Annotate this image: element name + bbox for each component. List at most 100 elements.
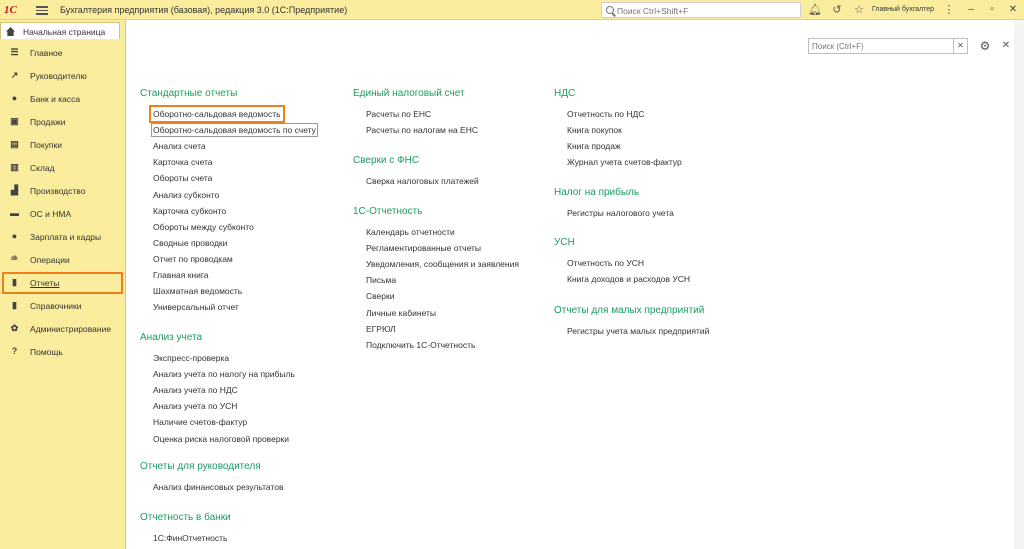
report-link[interactable]: Оборотно-сальдовая ведомость: [149, 105, 285, 123]
report-link[interactable]: Письма: [366, 275, 396, 285]
report-link[interactable]: Анализ счета: [153, 141, 206, 151]
report-link[interactable]: Журнал учета счетов-фактур: [567, 157, 682, 167]
report-link[interactable]: Шахматная ведомость: [153, 286, 242, 296]
bag-icon: ▣: [10, 116, 19, 126]
basket-icon: ▤: [10, 139, 19, 149]
home-tab[interactable]: Начальная страница: [0, 22, 120, 39]
warehouse-icon: ▥: [10, 162, 19, 172]
report-link[interactable]: ЕГРЮЛ: [366, 324, 396, 334]
trend-icon: ↗: [10, 70, 19, 80]
close-panel-icon[interactable]: ✕: [999, 39, 1013, 53]
report-link[interactable]: Подключить 1С-Отчетность: [366, 340, 475, 350]
search-icon: [606, 6, 614, 14]
minimize-button[interactable]: –: [964, 3, 978, 17]
report-link[interactable]: Расчеты по ЕНС: [366, 109, 431, 119]
report-link[interactable]: Экспресс-проверка: [153, 353, 229, 363]
home-icon: [6, 27, 15, 36]
sidebar-item[interactable]: ▤ Покупки: [0, 134, 126, 156]
panel-search-input[interactable]: [812, 41, 952, 52]
report-link[interactable]: Календарь отчетности: [366, 227, 455, 237]
sidebar-item-label: Руководителю: [30, 71, 87, 81]
app-title: Бухгалтерия предприятия (базовая), редак…: [60, 5, 348, 15]
report-link[interactable]: Карточка счета: [153, 157, 213, 167]
sidebar-item[interactable]: ᵈᵏ Операции: [0, 249, 126, 271]
reports-panel: ✕ ⚙ ✕ Стандартные отчеты Оборотно-сальдов…: [127, 20, 1024, 549]
title-bar: 1C Бухгалтерия предприятия (базовая), ре…: [0, 0, 1024, 20]
report-link[interactable]: Анализ учета по НДС: [153, 385, 238, 395]
sidebar-item[interactable]: ● Зарплата и кадры: [0, 226, 126, 248]
report-link[interactable]: Книга покупок: [567, 125, 622, 135]
factory-icon: ▟: [11, 185, 18, 195]
report-link[interactable]: Отчет по проводкам: [153, 254, 233, 264]
report-link[interactable]: Книга продаж: [567, 141, 621, 151]
report-link[interactable]: Личные кабинеты: [366, 308, 436, 318]
sidebar-item-label: Покупки: [30, 140, 62, 150]
report-link[interactable]: Карточка субконто: [153, 206, 226, 216]
report-link[interactable]: Регистры налогового учета: [567, 208, 674, 218]
group-title: Анализ учета: [140, 332, 203, 343]
settings-gear-icon[interactable]: ⚙: [978, 39, 992, 53]
report-link[interactable]: Анализ финансовых результатов: [153, 482, 283, 492]
sidebar-item[interactable]: ● Банк и касса: [0, 88, 126, 110]
report-link[interactable]: Отчетность по НДС: [567, 109, 644, 119]
report-link[interactable]: Книга доходов и расходов УСН: [567, 274, 690, 284]
sidebar-item[interactable]: ↗ Руководителю: [0, 65, 126, 87]
sidebar-item-label: Операции: [30, 255, 70, 265]
scrollbar[interactable]: [1014, 20, 1024, 549]
report-link[interactable]: Обороты между субконто: [153, 222, 254, 232]
history-icon[interactable]: ↺: [830, 3, 844, 17]
coin-icon: ●: [11, 93, 18, 103]
more-icon[interactable]: ⋮: [942, 3, 956, 17]
report-link[interactable]: Расчеты по налогам на ЕНС: [366, 125, 478, 135]
report-link[interactable]: Сверка налоговых платежей: [366, 176, 479, 186]
global-search-input[interactable]: [617, 5, 797, 16]
sidebar-item[interactable]: ▮ Отчеты: [0, 272, 126, 294]
sidebar-item[interactable]: ▣ Продажи: [0, 111, 126, 133]
sidebar-item-label: Зарплата и кадры: [30, 232, 102, 242]
operations-icon: ᵈᵏ: [11, 254, 18, 264]
sidebar-item[interactable]: ☰ Главное: [0, 42, 126, 64]
report-link[interactable]: Регламентированные отчеты: [366, 243, 481, 253]
report-link[interactable]: Регистры учета малых предприятий: [567, 326, 709, 336]
logo-1c: 1C: [4, 4, 17, 16]
star-icon[interactable]: ☆: [852, 3, 866, 17]
sidebar-item[interactable]: ▬ ОС и НМА: [0, 203, 126, 225]
home-tab-label: Начальная страница: [23, 27, 106, 37]
clear-search-icon[interactable]: ✕: [953, 39, 967, 53]
global-search[interactable]: [601, 2, 801, 18]
sidebar-item[interactable]: ? Помощь: [0, 341, 126, 363]
sidebar-item-label: Производство: [30, 186, 86, 196]
report-link[interactable]: Анализ учета по УСН: [153, 401, 237, 411]
report-link[interactable]: Наличие счетов-фактур: [153, 417, 247, 427]
group-title: Стандартные отчеты: [140, 88, 238, 99]
close-button[interactable]: ✕: [1006, 3, 1020, 17]
sidebar-item[interactable]: ▟ Производство: [0, 180, 126, 202]
report-link[interactable]: Уведомления, сообщения и заявления: [366, 259, 519, 269]
report-link[interactable]: Анализ учета по налогу на прибыль: [153, 369, 295, 379]
report-link[interactable]: Универсальный отчет: [153, 302, 239, 312]
sidebar: Начальная страница ☰ Главное ↗ Руководителю…: [0, 20, 126, 549]
user-name[interactable]: Главный бухгалтер: [872, 6, 934, 13]
truck-icon: ▬: [10, 208, 19, 218]
sidebar-item[interactable]: ✿ Администрирование: [0, 318, 126, 340]
group-title: УСН: [554, 237, 575, 248]
question-icon: ?: [11, 346, 18, 356]
chart-icon: ▮: [12, 277, 17, 287]
sidebar-item-label: Помощь: [30, 347, 63, 357]
sidebar-item-label: Склад: [30, 163, 55, 173]
report-link[interactable]: Анализ субконто: [153, 190, 219, 200]
sidebar-item[interactable]: ▥ Склад: [0, 157, 126, 179]
maximize-button[interactable]: ▫: [985, 3, 999, 17]
report-link[interactable]: Оценка риска налоговой проверки: [153, 434, 289, 444]
hamburger-menu-icon[interactable]: [36, 4, 48, 16]
report-link[interactable]: Главная книга: [153, 270, 209, 280]
report-link[interactable]: Отчетность по УСН: [567, 258, 644, 268]
panel-search[interactable]: ✕: [808, 38, 968, 54]
report-link[interactable]: Обороты счета: [153, 173, 212, 183]
bell-icon[interactable]: 🔔︎: [808, 3, 822, 17]
sidebar-item[interactable]: ▮ Справочники: [0, 295, 126, 317]
report-link[interactable]: Сверки: [366, 291, 394, 301]
report-link[interactable]: 1С:ФинОтчетность: [153, 533, 227, 543]
report-link[interactable]: Сводные проводки: [153, 238, 227, 248]
report-link[interactable]: Оборотно-сальдовая ведомость по счету: [151, 123, 318, 138]
